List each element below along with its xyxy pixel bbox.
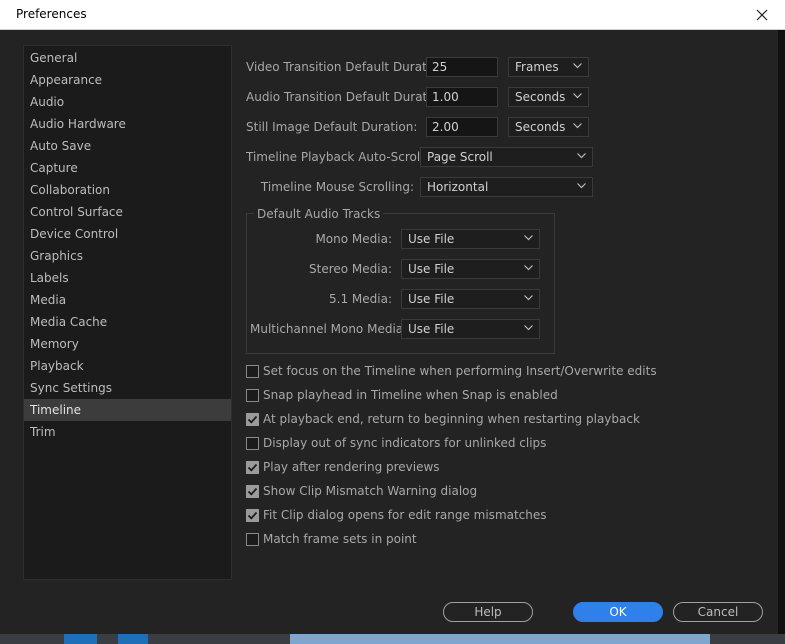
stereo-media-label: Stereo Media: [309, 262, 392, 276]
help-button[interactable]: Help [443, 602, 533, 622]
option-set-focus-timeline[interactable]: Set focus on the Timeline when performin… [246, 363, 657, 379]
checkbox[interactable] [246, 364, 259, 378]
still-image-duration-label: Still Image Default Duration: [246, 120, 418, 134]
chevron-down-icon [524, 265, 533, 271]
playback-auto-scrolling-label: Timeline Playback Auto-Scrolling: [246, 150, 447, 164]
checkbox[interactable] [246, 460, 259, 474]
sidebar-item-labels[interactable]: Labels [24, 267, 231, 289]
sidebar-item-control-surface[interactable]: Control Surface [24, 201, 231, 223]
option-play-after-rendering[interactable]: Play after rendering previews [246, 459, 440, 475]
still-image-duration-input[interactable]: 2.00 [426, 117, 498, 137]
sidebar-item-playback[interactable]: Playback [24, 355, 231, 377]
playback-auto-scrolling-value: Page Scroll [427, 150, 493, 164]
still-image-unit-select[interactable]: Seconds [508, 117, 589, 137]
sidebar-item-collaboration[interactable]: Collaboration [24, 179, 231, 201]
video-transition-duration-label: Video Transition Default Duration: [246, 60, 450, 74]
option-clip-mismatch-warning[interactable]: Show Clip Mismatch Warning dialog [246, 483, 477, 499]
background-app-strip [0, 634, 785, 644]
sidebar-item-media-cache[interactable]: Media Cache [24, 311, 231, 333]
mouse-scrolling-select[interactable]: Horizontal [420, 177, 593, 197]
checkbox[interactable] [246, 412, 259, 426]
sidebar-item-capture[interactable]: Capture [24, 157, 231, 179]
chevron-down-icon [573, 123, 582, 129]
checkbox[interactable] [246, 388, 259, 402]
option-label: Display out of sync indicators for unlin… [263, 436, 547, 450]
audio-transition-unit-select[interactable]: Seconds [508, 87, 589, 107]
option-out-of-sync-indicators[interactable]: Display out of sync indicators for unlin… [246, 435, 546, 451]
checkmark-icon [247, 511, 258, 520]
video-transition-duration-input[interactable]: 25 [426, 57, 498, 77]
chevron-down-icon [524, 325, 533, 331]
sidebar-item-general[interactable]: General [24, 47, 231, 69]
checkmark-icon [247, 487, 258, 496]
video-transition-unit-value: Frames [515, 60, 559, 74]
mono-media-select[interactable]: Use File [401, 229, 540, 249]
surround-media-value: Use File [408, 292, 455, 306]
multichannel-mono-media-value: Use File [408, 322, 455, 336]
option-return-to-beginning[interactable]: At playback end, return to beginning whe… [246, 411, 640, 427]
sidebar-item-media[interactable]: Media [24, 289, 231, 311]
checkbox[interactable] [246, 484, 259, 498]
option-label: At playback end, return to beginning whe… [263, 412, 640, 426]
surround-media-select[interactable]: Use File [401, 289, 540, 309]
sidebar-item-appearance[interactable]: Appearance [24, 69, 231, 91]
still-image-unit-value: Seconds [515, 120, 566, 134]
multichannel-mono-media-select[interactable]: Use File [401, 319, 540, 339]
sidebar-item-audio-hardware[interactable]: Audio Hardware [24, 113, 231, 135]
chevron-down-icon [577, 153, 586, 159]
video-transition-unit-select[interactable]: Frames [508, 57, 589, 77]
sidebar-item-trim[interactable]: Trim [24, 421, 231, 443]
sidebar-item-memory[interactable]: Memory [24, 333, 231, 355]
option-label: Show Clip Mismatch Warning dialog [263, 484, 478, 498]
mouse-scrolling-label: Timeline Mouse Scrolling: [260, 180, 414, 194]
chevron-down-icon [573, 63, 582, 69]
checkmark-icon [247, 463, 258, 472]
option-match-frame-in-point[interactable]: Match frame sets in point [246, 531, 417, 547]
default-audio-tracks-title: Default Audio Tracks [254, 207, 384, 221]
close-button[interactable] [739, 0, 785, 30]
category-list: General Appearance Audio Audio Hardware … [23, 45, 232, 580]
sidebar-item-device-control[interactable]: Device Control [24, 223, 231, 245]
sidebar-item-graphics[interactable]: Graphics [24, 245, 231, 267]
checkbox[interactable] [246, 532, 259, 546]
stereo-media-value: Use File [408, 262, 455, 276]
sidebar-item-sync-settings[interactable]: Sync Settings [24, 377, 231, 399]
close-icon [756, 9, 768, 21]
option-label: Set focus on the Timeline when performin… [263, 364, 657, 378]
checkmark-icon [247, 415, 258, 424]
chevron-down-icon [577, 183, 586, 189]
checkbox[interactable] [246, 508, 259, 522]
mono-media-value: Use File [408, 232, 455, 246]
chevron-down-icon [524, 295, 533, 301]
mouse-scrolling-value: Horizontal [427, 180, 489, 194]
stereo-media-select[interactable]: Use File [401, 259, 540, 279]
sidebar-item-auto-save[interactable]: Auto Save [24, 135, 231, 157]
ok-button[interactable]: OK [573, 602, 663, 622]
surround-media-label: 5.1 Media: [329, 292, 392, 306]
option-fit-clip-dialog[interactable]: Fit Clip dialog opens for edit range mis… [246, 507, 547, 523]
option-label: Play after rendering previews [263, 460, 440, 474]
option-snap-playhead[interactable]: Snap playhead in Timeline when Snap is e… [246, 387, 558, 403]
option-label: Fit Clip dialog opens for edit range mis… [263, 508, 547, 522]
playback-auto-scrolling-select[interactable]: Page Scroll [420, 147, 593, 167]
window-title: Preferences [16, 7, 87, 21]
option-label: Snap playhead in Timeline when Snap is e… [263, 388, 558, 402]
sidebar-item-timeline[interactable]: Timeline [24, 399, 231, 421]
title-bar: Preferences [0, 0, 785, 30]
multichannel-mono-media-label: Multichannel Mono Media: [250, 322, 408, 336]
cancel-button[interactable]: Cancel [673, 602, 763, 622]
audio-transition-unit-value: Seconds [515, 90, 566, 104]
chevron-down-icon [524, 235, 533, 241]
audio-transition-duration-input[interactable]: 1.00 [426, 87, 498, 107]
background-app-edge [778, 30, 785, 634]
mono-media-label: Mono Media: [315, 232, 392, 246]
checkbox[interactable] [246, 436, 259, 450]
option-label: Match frame sets in point [263, 532, 417, 546]
audio-transition-duration-label: Audio Transition Default Duration: [246, 90, 450, 104]
chevron-down-icon [573, 93, 582, 99]
sidebar-item-audio[interactable]: Audio [24, 91, 231, 113]
